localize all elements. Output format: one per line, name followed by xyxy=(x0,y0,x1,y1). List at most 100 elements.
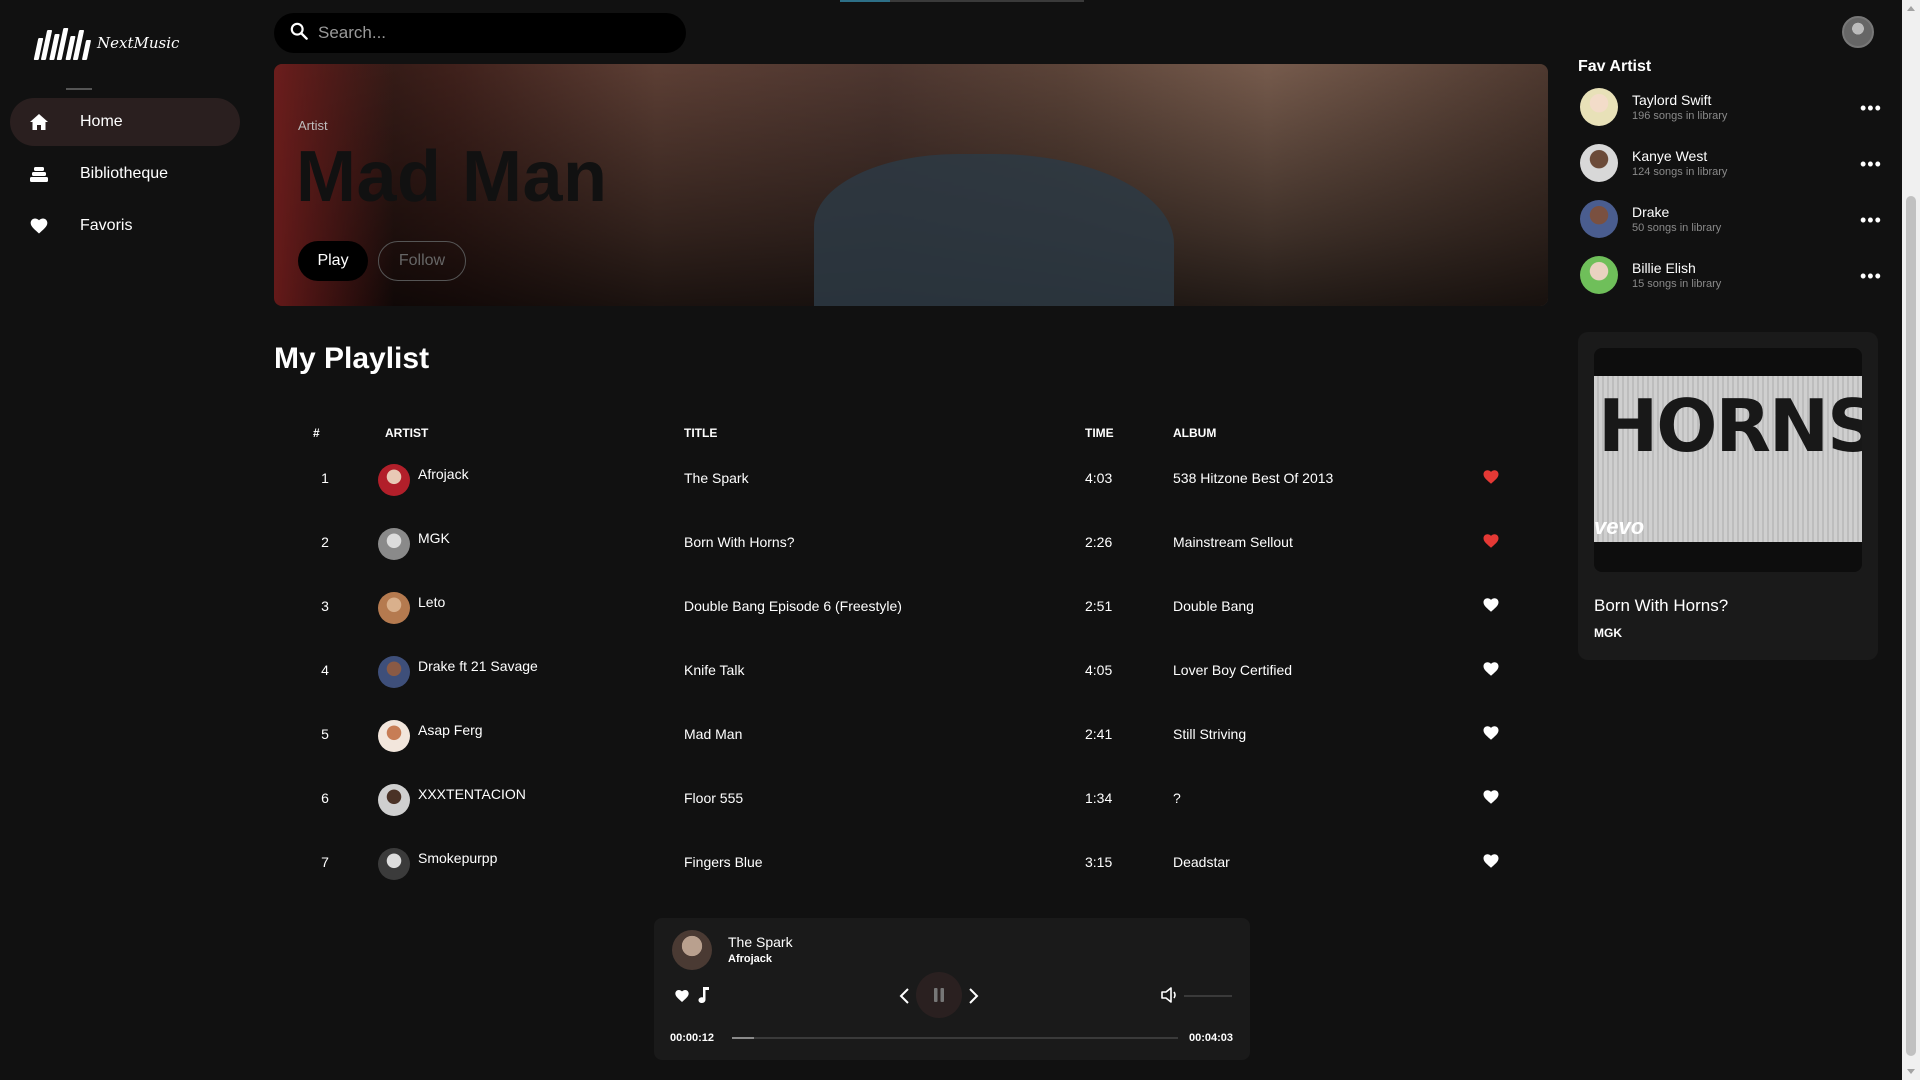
scroll-up-icon[interactable] xyxy=(1907,6,1915,11)
fav-artist-item[interactable]: Taylord Swift 196 songs in library ••• xyxy=(1578,88,1881,144)
progress-bar[interactable] xyxy=(732,1037,1178,1039)
vevo-badge: vevo xyxy=(1594,514,1645,539)
more-options-icon[interactable]: ••• xyxy=(1860,98,1882,119)
table-row[interactable]: 7 Smokepurpp Fingers Blue 3:15 Deadstar xyxy=(274,830,1548,894)
fav-artist-list: Taylord Swift 196 songs in library ••• K… xyxy=(1578,88,1881,312)
like-icon[interactable] xyxy=(674,988,690,1004)
more-options-icon[interactable]: ••• xyxy=(1860,154,1882,175)
pause-button[interactable] xyxy=(916,972,962,1018)
track-artist[interactable]: Leto xyxy=(418,594,445,610)
app-logo[interactable]: NextMusic xyxy=(33,22,196,64)
volume-icon[interactable] xyxy=(1160,986,1180,1004)
library-icon xyxy=(28,163,50,185)
search-input[interactable] xyxy=(318,23,658,43)
track-number: 4 xyxy=(321,662,329,678)
track-number: 1 xyxy=(321,470,329,486)
table-row[interactable]: 4 Drake ft 21 Savage Knife Talk 4:05 Lov… xyxy=(274,638,1548,702)
now-playing-artist: MGK xyxy=(1594,626,1622,640)
cover-text: HORNS xyxy=(1598,384,1862,468)
track-number: 7 xyxy=(321,854,329,870)
current-time: 00:00:12 xyxy=(670,1032,715,1044)
column-header-time[interactable]: TIME xyxy=(1085,426,1114,440)
track-album[interactable]: Mainstream Sellout xyxy=(1173,534,1293,550)
fav-artist-item[interactable]: Kanye West 124 songs in library ••• xyxy=(1578,144,1881,200)
artist-avatar xyxy=(378,720,410,752)
track-time: 4:03 xyxy=(1085,470,1113,486)
track-album[interactable]: 538 Hitzone Best Of 2013 xyxy=(1173,470,1333,486)
heart-icon[interactable] xyxy=(1482,724,1500,742)
track-artist[interactable]: Drake ft 21 Savage xyxy=(418,658,538,674)
track-album[interactable]: Deadstar xyxy=(1173,854,1230,870)
lyrics-icon[interactable] xyxy=(696,986,712,1004)
logo-text: NextMusic xyxy=(97,34,180,52)
track-album[interactable]: Still Striving xyxy=(1173,726,1246,742)
scrollbar-thumb[interactable] xyxy=(1906,196,1916,1056)
track-time: 4:05 xyxy=(1085,662,1113,678)
track-album[interactable]: ? xyxy=(1173,790,1181,806)
fav-artist-item[interactable]: Drake 50 songs in library ••• xyxy=(1578,200,1881,256)
search-bar[interactable] xyxy=(274,13,686,53)
user-avatar[interactable] xyxy=(1842,16,1874,48)
album-cover-image: HORNS vevo xyxy=(1594,376,1862,542)
volume-slider[interactable] xyxy=(1184,995,1232,997)
fav-artist-item[interactable]: Billie Elish 15 songs in library ••• xyxy=(1578,256,1881,312)
more-options-icon[interactable]: ••• xyxy=(1860,210,1882,231)
now-playing-title: Born With Horns? xyxy=(1594,596,1729,615)
heart-icon[interactable] xyxy=(1482,788,1500,806)
hero-label: Artist xyxy=(298,118,328,133)
track-title[interactable]: Knife Talk xyxy=(684,662,744,678)
column-header-artist[interactable]: ARTIST xyxy=(385,426,428,440)
previous-icon[interactable] xyxy=(898,986,912,1006)
track-title[interactable]: Fingers Blue xyxy=(684,854,763,870)
track-artist[interactable]: MGK xyxy=(418,530,450,546)
now-playing-card[interactable]: HORNS vevo Born With Horns? MGK xyxy=(1578,332,1878,660)
track-artist[interactable]: Asap Ferg xyxy=(418,722,483,738)
artist-avatar xyxy=(1580,200,1618,238)
track-artist[interactable]: Afrojack xyxy=(418,466,469,482)
column-header-title[interactable]: TITLE xyxy=(684,426,717,440)
fav-artist-song-count: 50 songs in library xyxy=(1632,222,1722,234)
column-header-album[interactable]: ALBUM xyxy=(1173,426,1216,440)
music-player: The Spark Afrojack 00:00:12 00:04:03 xyxy=(654,918,1250,1060)
fav-artist-song-count: 196 songs in library xyxy=(1632,110,1728,122)
track-artist[interactable]: XXXTENTACION xyxy=(418,786,526,802)
sidebar-item-home[interactable]: Home xyxy=(10,98,240,146)
album-cover: HORNS vevo xyxy=(1594,348,1862,572)
liked-heart-icon[interactable] xyxy=(1482,468,1500,486)
heart-icon[interactable] xyxy=(1482,852,1500,870)
sidebar-item-bibliotheque[interactable]: Bibliotheque xyxy=(10,150,240,198)
table-row[interactable]: 1 Afrojack The Spark 4:03 538 Hitzone Be… xyxy=(274,446,1548,510)
heart-icon[interactable] xyxy=(1482,596,1500,614)
next-icon[interactable] xyxy=(966,986,980,1006)
track-title[interactable]: The Spark xyxy=(684,470,749,486)
sidebar: NextMusic Home Bibliotheque Favoris xyxy=(0,0,255,1080)
track-time: 2:26 xyxy=(1085,534,1113,550)
heart-icon[interactable] xyxy=(1482,660,1500,678)
track-title[interactable]: Floor 555 xyxy=(684,790,743,806)
follow-button[interactable]: Follow xyxy=(378,241,466,281)
fav-artist-name: Kanye West xyxy=(1632,148,1708,164)
track-album[interactable]: Lover Boy Certified xyxy=(1173,662,1292,678)
page-scrollbar[interactable] xyxy=(1902,0,1920,1080)
table-row[interactable]: 6 XXXTENTACION Floor 555 1:34 ? xyxy=(274,766,1548,830)
table-row[interactable]: 3 Leto Double Bang Episode 6 (Freestyle)… xyxy=(274,574,1548,638)
table-row[interactable]: 5 Asap Ferg Mad Man 2:41 Still Striving xyxy=(274,702,1548,766)
artist-avatar xyxy=(378,848,410,880)
more-options-icon[interactable]: ••• xyxy=(1860,266,1882,287)
track-number: 5 xyxy=(321,726,329,742)
table-row[interactable]: 2 MGK Born With Horns? 2:26 Mainstream S… xyxy=(274,510,1548,574)
fav-artist-song-count: 15 songs in library xyxy=(1632,278,1722,290)
player-track-artist: Afrojack xyxy=(728,953,773,965)
sidebar-item-favoris[interactable]: Favoris xyxy=(10,202,240,250)
track-title[interactable]: Born With Horns? xyxy=(684,534,794,550)
track-title[interactable]: Double Bang Episode 6 (Freestyle) xyxy=(684,598,902,614)
play-button[interactable]: Play xyxy=(298,241,368,281)
playlist-table: # ARTIST TITLE TIME ALBUM 1 Afrojack The… xyxy=(274,420,1548,894)
track-title[interactable]: Mad Man xyxy=(684,726,742,742)
divider xyxy=(66,88,92,90)
liked-heart-icon[interactable] xyxy=(1482,532,1500,550)
playlist-title: My Playlist xyxy=(274,342,430,375)
scroll-down-icon[interactable] xyxy=(1907,1069,1915,1074)
track-artist[interactable]: Smokepurpp xyxy=(418,850,497,866)
track-album[interactable]: Double Bang xyxy=(1173,598,1254,614)
